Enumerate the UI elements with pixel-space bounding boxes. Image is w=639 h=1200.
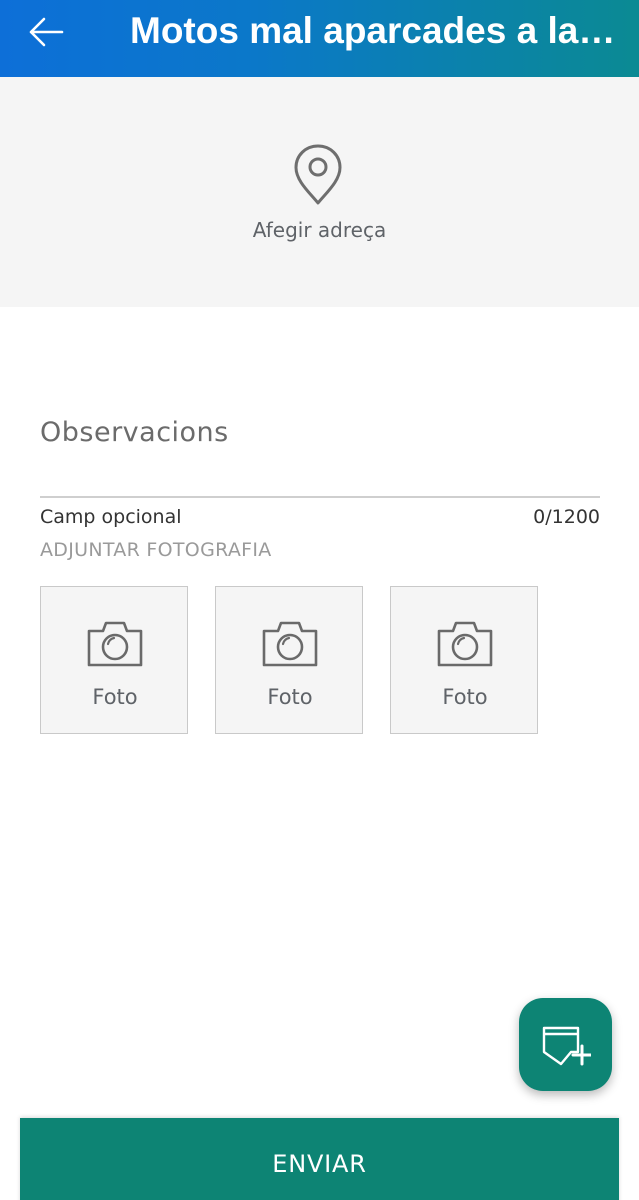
photo-slot-2[interactable]: Foto [215, 586, 363, 734]
photo-slot-3[interactable]: Foto [390, 586, 538, 734]
arrow-left-icon [29, 17, 64, 47]
photo-slot-label: Foto [442, 685, 488, 709]
camera-icon [87, 621, 143, 667]
photo-slot-label: Foto [92, 685, 138, 709]
page-title: Motos mal aparcades a la vorera [130, 10, 620, 51]
add-ticket-icon [542, 1026, 591, 1065]
send-button-label: ENVIAR [272, 1150, 367, 1178]
attach-photo-heading: ADJUNTAR FOTOGRAFIA [40, 539, 272, 561]
observations-field[interactable]: Observacions [40, 405, 600, 498]
photo-slot-1[interactable]: Foto [40, 586, 188, 734]
add-address-button[interactable]: Afegir adreça [0, 77, 639, 307]
add-address-label: Afegir adreça [252, 218, 387, 242]
app-screen: Motos mal aparcades a la vorera Afegir a… [0, 0, 639, 1200]
observations-helper-text: Camp opcional [40, 506, 182, 528]
map-pin-icon [294, 144, 342, 205]
photo-slot-label: Foto [267, 685, 313, 709]
send-button[interactable]: ENVIAR [20, 1118, 619, 1200]
app-header: Motos mal aparcades a la vorera [0, 0, 639, 77]
back-button[interactable] [22, 12, 70, 52]
add-ticket-fab-button[interactable] [519, 998, 612, 1091]
camera-icon [437, 621, 493, 667]
observations-placeholder: Observacions [40, 417, 229, 448]
observations-char-counter: 0/1200 [533, 506, 600, 528]
camera-icon [262, 621, 318, 667]
